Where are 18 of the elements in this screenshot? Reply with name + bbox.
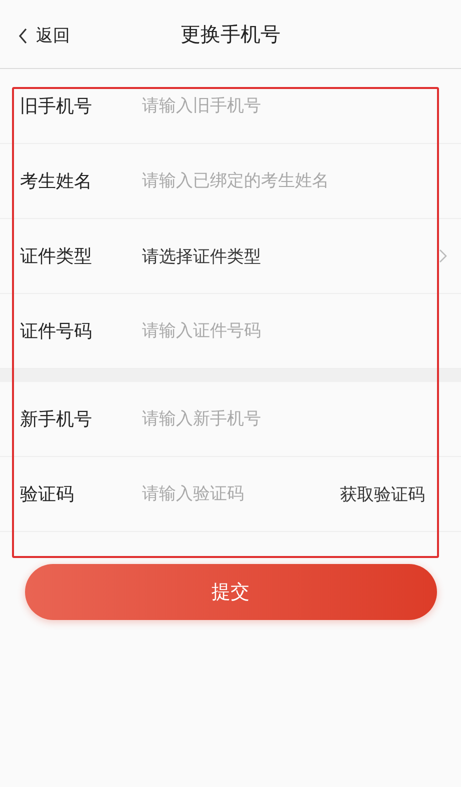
back-button[interactable]: 返回: [14, 20, 74, 51]
input-field[interactable]: 请输入验证码: [142, 484, 340, 504]
input-field[interactable]: 请输入新手机号: [142, 409, 461, 429]
page-title: 更换手机号: [180, 20, 280, 48]
chevron-right-icon: [439, 249, 447, 263]
field-label: 验证码: [20, 483, 75, 506]
field-label: 旧手机号: [20, 95, 93, 118]
field-label: 考生姓名: [20, 170, 93, 193]
get-code-button[interactable]: 获取验证码: [340, 482, 425, 506]
input-field[interactable]: 请输入旧手机号: [142, 96, 461, 116]
field-label: 证件类型: [20, 245, 93, 268]
input-field[interactable]: 请输入证件号码: [142, 321, 461, 341]
submit-button[interactable]: 提交: [24, 564, 436, 620]
select-field[interactable]: 请选择证件类型: [142, 244, 461, 268]
input-field[interactable]: 请输入已绑定的考生姓名: [142, 171, 461, 191]
back-icon: [18, 28, 28, 44]
field-label: 新手机号: [20, 408, 93, 431]
field-label: 证件号码: [20, 320, 93, 343]
